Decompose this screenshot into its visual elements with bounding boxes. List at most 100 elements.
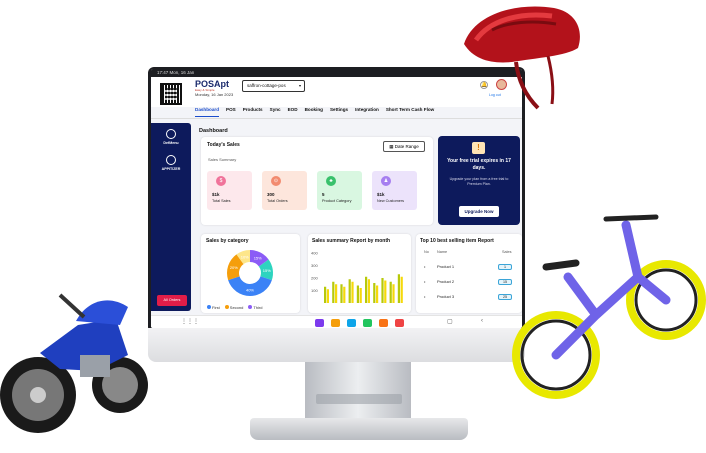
slice-label: 15%	[263, 268, 271, 273]
app-icon[interactable]	[347, 319, 356, 327]
bar[interactable]	[351, 281, 354, 303]
stat-value: 5	[322, 192, 325, 197]
menu-icon	[166, 155, 176, 165]
category-legend: First Second Third	[207, 305, 262, 310]
bar[interactable]	[324, 286, 327, 303]
bar[interactable]	[367, 279, 370, 303]
slice-label: 40%	[246, 288, 254, 293]
row-name: Product 2	[437, 279, 455, 284]
sidebar-item-defmenu[interactable]: DefMenu	[151, 129, 191, 145]
qr-code[interactable]	[160, 83, 182, 105]
legend-label: Third	[253, 305, 263, 310]
dollar-icon: $	[216, 176, 226, 186]
row-dot: •	[424, 294, 426, 299]
category-icon: ♣	[326, 176, 336, 186]
bar[interactable]	[343, 286, 346, 303]
app-icon[interactable]	[331, 319, 340, 327]
app-icon[interactable]	[363, 319, 372, 327]
nav-eod[interactable]: EOD	[288, 107, 298, 117]
store-select-value: saffron-cottage-pos	[247, 83, 286, 88]
motorcycle-image	[0, 293, 148, 433]
app-icon[interactable]	[315, 319, 324, 327]
bicycle-image	[512, 214, 706, 399]
bar[interactable]	[381, 278, 384, 303]
nav-products[interactable]: Products	[243, 107, 263, 117]
category-donut-chart: 15% 15% 40% 20% 10%	[227, 250, 273, 296]
sales-summary-label: Sales Summary	[208, 157, 237, 162]
y-tick-label: 100	[311, 288, 318, 293]
stat-value: $1k	[212, 192, 220, 197]
user-icon: ♟	[381, 176, 391, 186]
table-row[interactable]: • Product 3 25	[424, 294, 516, 304]
bar[interactable]	[326, 289, 329, 303]
bar[interactable]	[397, 274, 400, 303]
bar[interactable]	[365, 276, 368, 303]
bar[interactable]	[400, 276, 403, 303]
monitor-stand	[305, 362, 411, 420]
sidebar-item-label: DefMenu	[163, 141, 179, 145]
stat-tile-new-customers[interactable]: ♟ $1k New Customers	[372, 171, 417, 210]
bar[interactable]	[359, 288, 362, 303]
slice-label: 20%	[230, 265, 238, 270]
y-tick-label: 400	[311, 251, 318, 256]
monitor-stand-base	[250, 418, 468, 440]
bar[interactable]	[332, 281, 335, 303]
sidebar-item-appitizer[interactable]: APPITIZER	[151, 155, 191, 171]
bar[interactable]	[392, 284, 395, 303]
stat-label: New Customers	[377, 199, 405, 203]
legend-item: First	[207, 305, 220, 310]
bar[interactable]	[335, 284, 338, 303]
apps-icon[interactable]: ⋮⋮⋮	[181, 318, 199, 325]
stat-value: $1k	[377, 192, 385, 197]
stat-tile-total-orders[interactable]: ⊙ 300 Total Orders	[262, 171, 307, 210]
app-icon[interactable]	[395, 319, 404, 327]
sales-bar-chart: 400 300 200 100	[311, 251, 403, 304]
nav-sync[interactable]: Sync	[270, 107, 281, 117]
menu-icon	[166, 129, 176, 139]
nav-dashboard[interactable]: Dashboard	[195, 107, 219, 117]
legend-item: Third	[248, 305, 262, 310]
bar[interactable]	[376, 285, 379, 304]
col-name: Name	[437, 250, 448, 254]
all-orders-button[interactable]: All Orders	[157, 295, 187, 306]
row-dot: •	[424, 279, 426, 284]
sidebar: DefMenu APPITIZER All Orders	[151, 123, 191, 311]
y-tick-label: 300	[311, 263, 318, 268]
slice-label: 10%	[241, 254, 249, 259]
back-icon[interactable]: ‹	[481, 318, 483, 324]
col-no: No	[424, 250, 429, 254]
bar[interactable]	[348, 279, 351, 303]
helmet-image	[464, 6, 580, 110]
nav-cash-flow[interactable]: Short Term Cash Flow	[386, 107, 434, 117]
top-items-title: Top 10 best selling item Report	[420, 238, 494, 244]
category-card: Sales by category 15% 15% 40% 20% 10% First …	[201, 234, 300, 313]
nav-integration[interactable]: Integration	[355, 107, 379, 117]
table-row[interactable]: • Product 1 1	[424, 264, 516, 274]
nav-settings[interactable]: Settings	[330, 107, 348, 117]
bar[interactable]	[384, 280, 387, 304]
monitor-stand-slot	[316, 394, 402, 404]
stat-tile-product-category[interactable]: ♣ 5 Product Category	[317, 171, 362, 210]
bar[interactable]	[389, 281, 392, 303]
bar[interactable]	[373, 283, 376, 303]
donut-slice[interactable]	[228, 276, 272, 296]
system-nav-bar: ⋮⋮⋮ ▢ ‹	[151, 315, 522, 328]
legend-label: Second	[229, 305, 244, 310]
nav-booking[interactable]: Booking	[305, 107, 323, 117]
bar[interactable]	[340, 284, 343, 303]
table-row[interactable]: • Product 2 15	[424, 279, 516, 289]
main-nav: Dashboard POS Products Sync EOD Booking …	[195, 107, 434, 117]
y-tick-label: 200	[311, 276, 318, 281]
bar[interactable]	[356, 285, 359, 304]
sales-card: Today's Sales ▦ Date Range Sales Summary…	[201, 137, 433, 225]
stat-value: 300	[267, 192, 275, 197]
row-name: Product 3	[437, 294, 455, 299]
row-name: Product 1	[437, 264, 455, 269]
upgrade-now-button[interactable]: Upgrade Now	[459, 206, 499, 217]
date-range-button[interactable]: ▦ Date Range	[383, 141, 425, 152]
store-select[interactable]: saffron-cottage-pos ▾	[242, 80, 305, 92]
home-icon[interactable]: ▢	[447, 318, 453, 325]
nav-pos[interactable]: POS	[226, 107, 236, 117]
app-icon[interactable]	[379, 319, 388, 327]
stat-tile-total-sales[interactable]: $ $1k Total Sales	[207, 171, 252, 210]
